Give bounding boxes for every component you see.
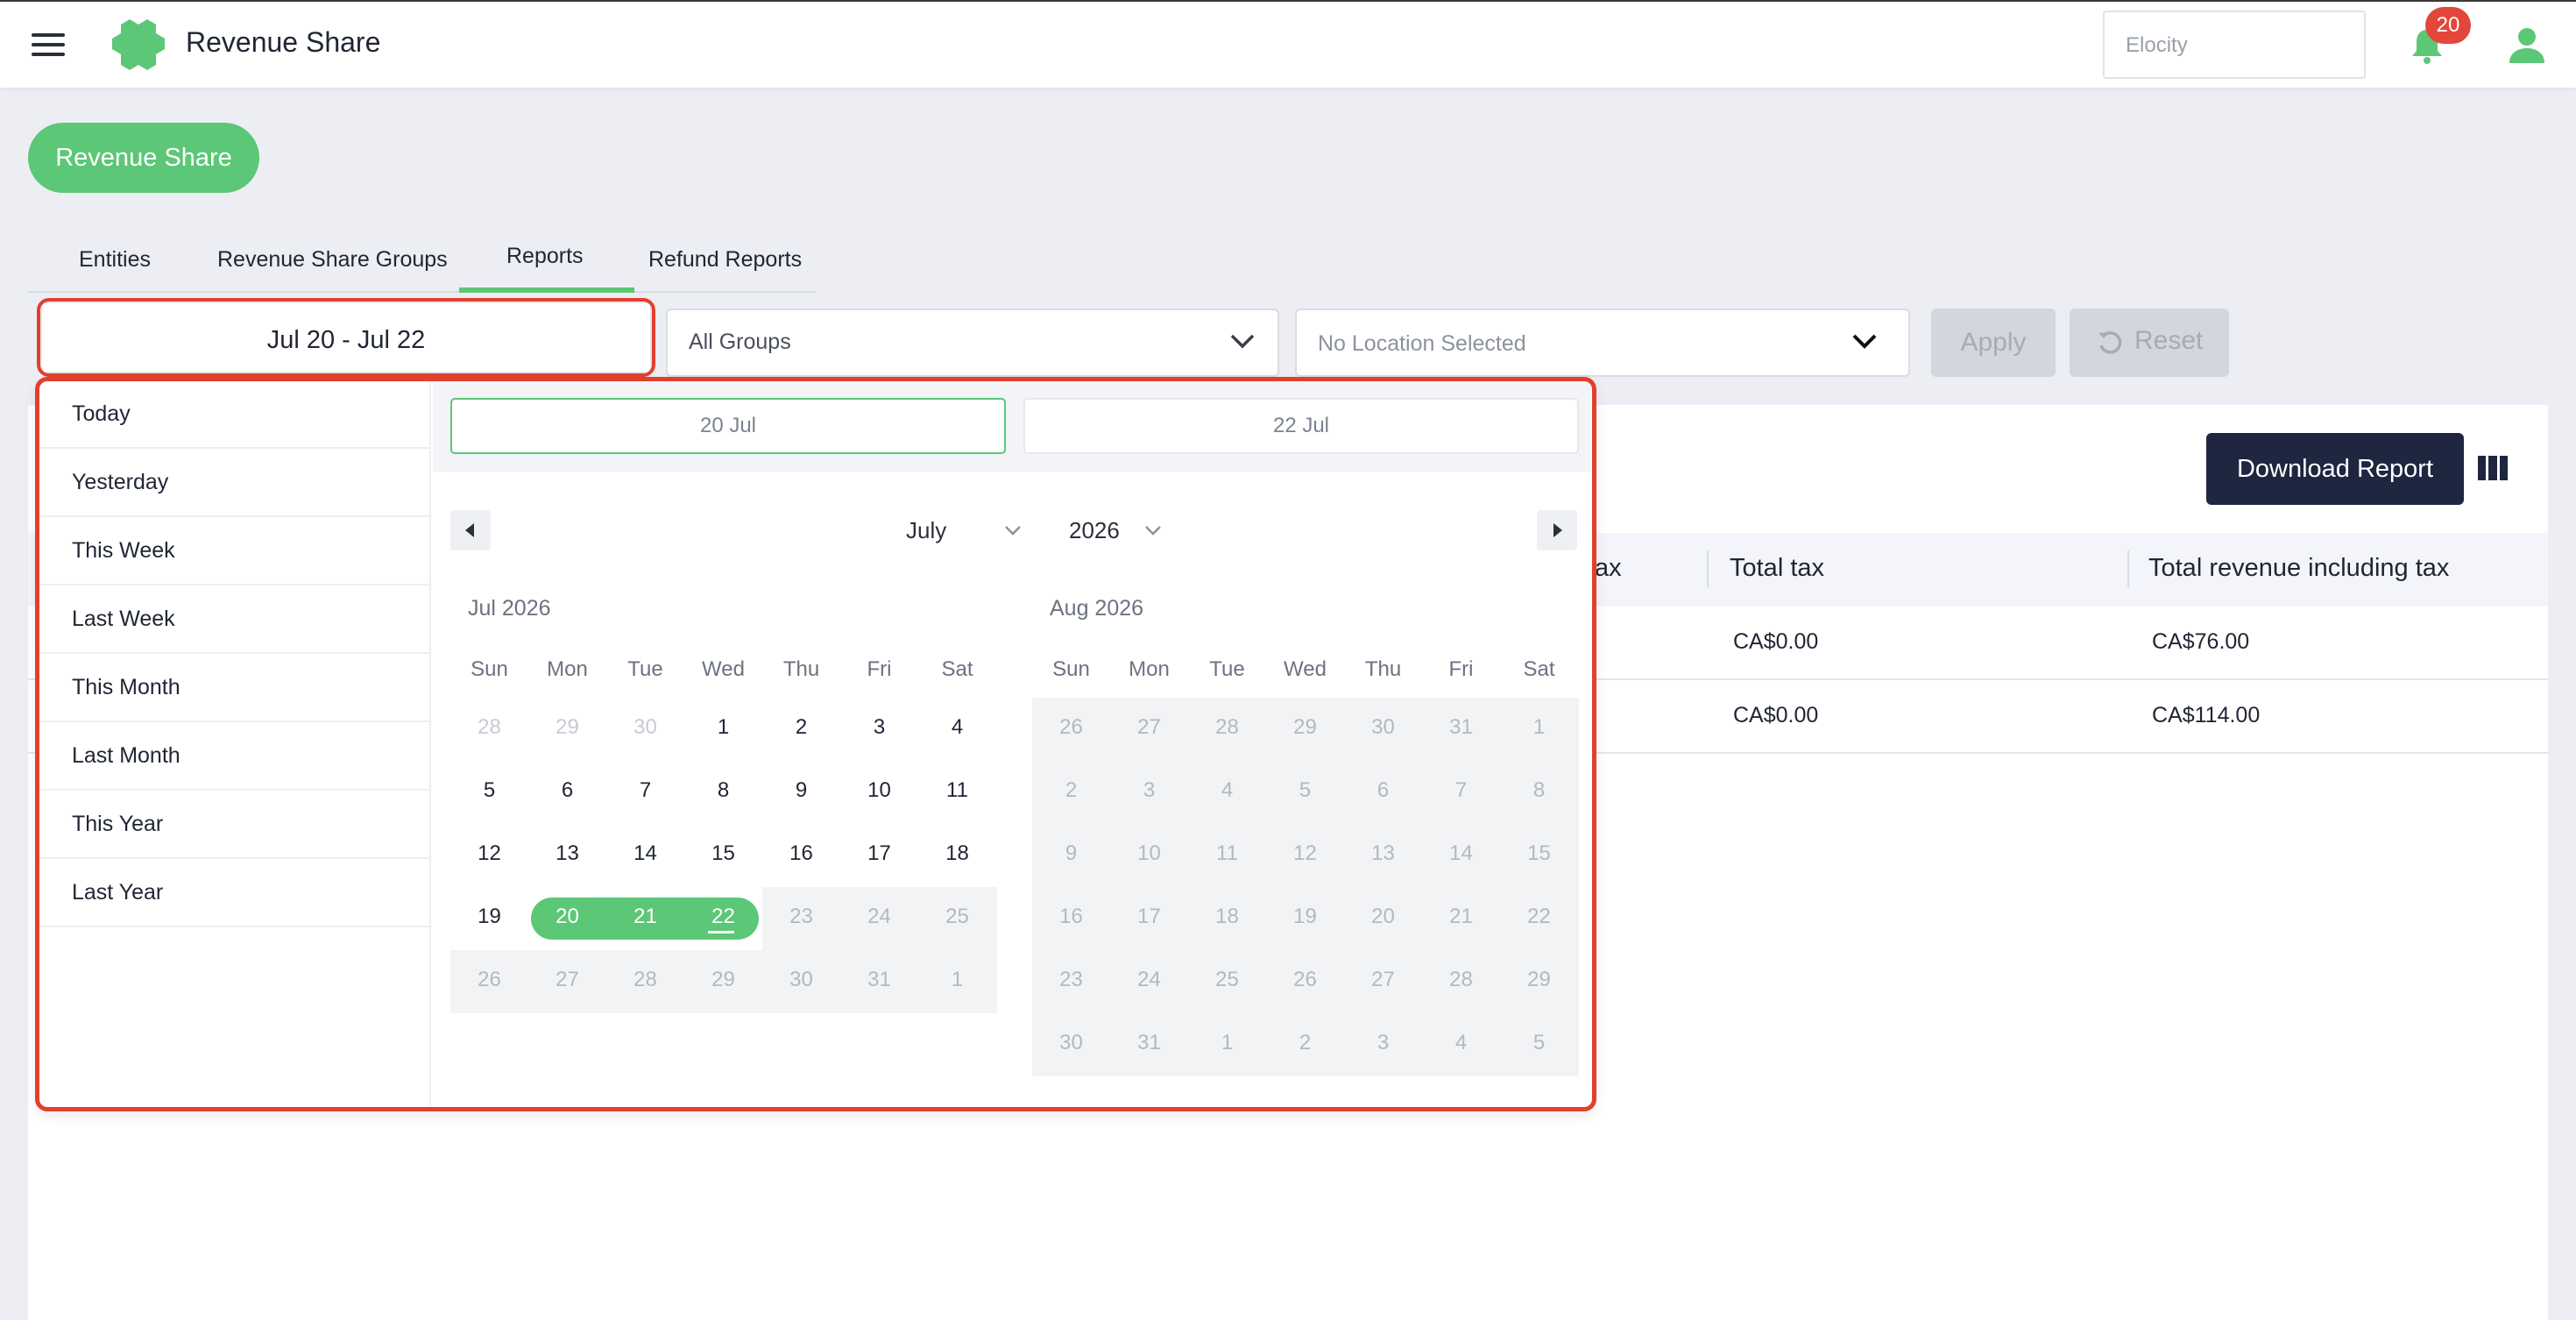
download-report-button[interactable]: Download Report (2206, 433, 2464, 505)
tab-entities[interactable]: Entities (79, 247, 151, 273)
logo-icon (109, 18, 168, 72)
notification-count-badge: 20 (2425, 7, 2471, 44)
column-header-total-revenue-including-tax: Total revenue including tax (2148, 554, 2450, 582)
date-range-highlight (37, 298, 655, 377)
table-cell-total-revenue: CA$76.00 (2152, 629, 2250, 654)
groups-select-value: All Groups (689, 330, 791, 354)
reset-label: Reset (2134, 326, 2204, 355)
table-cell-total-tax: CA$0.00 (1733, 703, 1819, 727)
location-select-placeholder: No Location Selected (1318, 331, 1526, 356)
apply-button[interactable]: Apply (1931, 309, 2056, 377)
table-cell-total-tax: CA$0.00 (1733, 629, 1819, 654)
tab-revenue-share-groups[interactable]: Revenue Share Groups (217, 247, 448, 273)
column-header-tax: ax (1595, 554, 1622, 582)
column-header-total-tax: Total tax (1730, 554, 1824, 582)
columns-icon[interactable] (2478, 456, 2508, 480)
tab-refund-reports[interactable]: Refund Reports (648, 247, 802, 273)
user-icon[interactable] (2508, 26, 2546, 63)
menu-icon[interactable] (32, 32, 65, 58)
tab-reports[interactable]: Reports (506, 244, 584, 269)
column-separator (2127, 550, 2129, 587)
column-separator (1707, 550, 1709, 587)
chevron-down-icon[interactable] (1227, 328, 1258, 354)
revenue-share-header-button[interactable]: Revenue Share (28, 123, 259, 193)
reset-icon (2096, 328, 2126, 358)
chevron-down-icon[interactable] (1849, 328, 1880, 354)
organization-name: Elocity (2126, 33, 2188, 57)
tabs-divider (28, 291, 817, 293)
popover-highlight (35, 377, 1596, 1111)
app-title: Revenue Share (186, 26, 381, 58)
table-cell-total-revenue: CA$114.00 (2152, 703, 2261, 727)
active-tab-indicator (459, 287, 634, 293)
